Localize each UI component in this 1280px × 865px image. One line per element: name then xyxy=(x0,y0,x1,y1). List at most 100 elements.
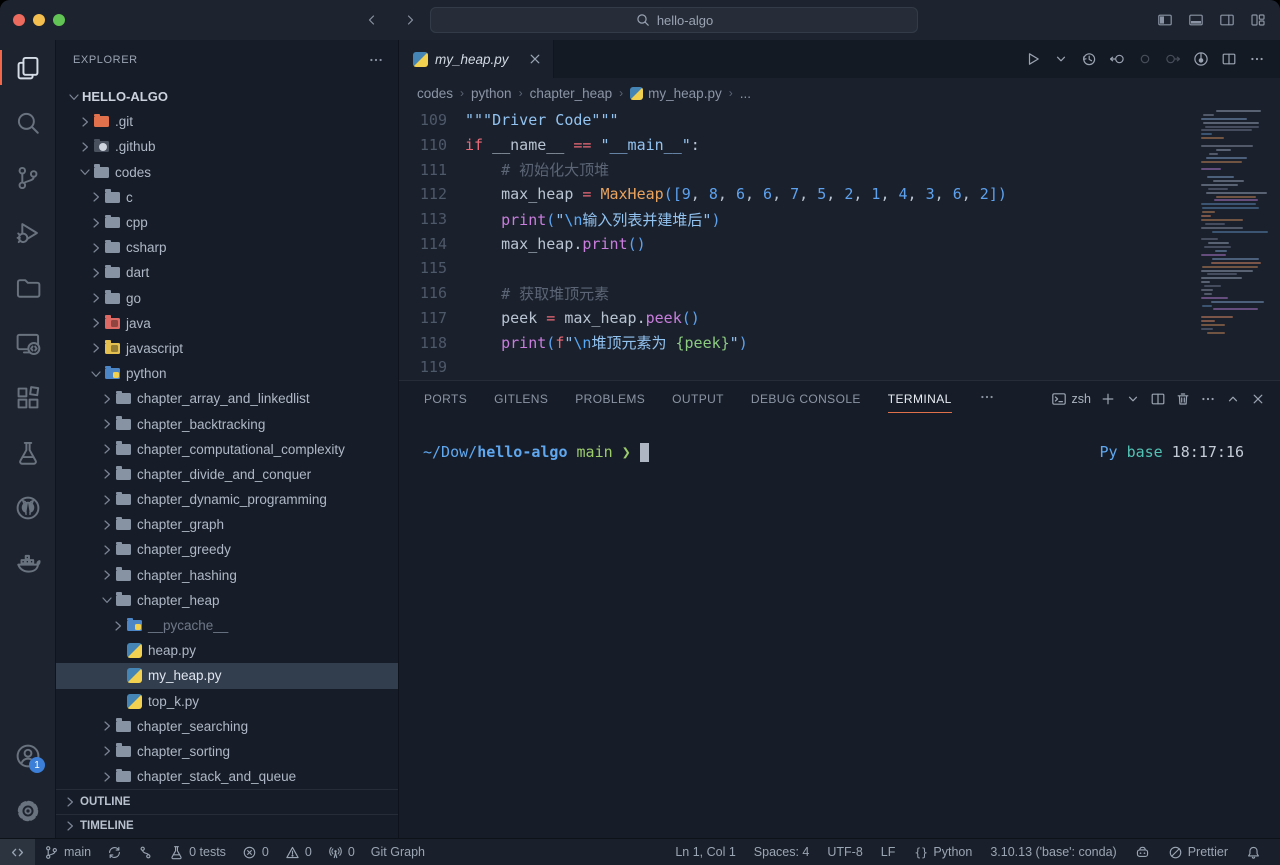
terminal[interactable]: ~/Dow/hello-algo main ❯ Py base 18:17:16 xyxy=(399,417,1280,838)
tree-item-csharp[interactable]: csharp xyxy=(56,235,398,260)
tree-item-chapter-hashing[interactable]: chapter_hashing xyxy=(56,563,398,588)
tree-root-hello-algo[interactable]: HELLO-ALGO xyxy=(56,84,398,109)
tree-item-cpp[interactable]: cpp xyxy=(56,210,398,235)
language-mode[interactable]: {}Python xyxy=(906,839,979,865)
panel-tabs-more-icon[interactable] xyxy=(979,389,995,410)
notifications[interactable] xyxy=(1239,839,1268,865)
explorer-more-actions-icon[interactable] xyxy=(368,52,384,68)
tree-item-my-heap-py[interactable]: my_heap.py xyxy=(56,663,398,688)
sync-status[interactable] xyxy=(100,839,129,865)
ports-forwarded[interactable]: 0 xyxy=(321,839,362,865)
navigate-forward-icon[interactable] xyxy=(398,8,422,32)
timeline-section[interactable]: TIMELINE xyxy=(56,814,398,839)
command-center-search[interactable]: hello-algo xyxy=(430,7,918,33)
tree-item-chapter-dynamic-programming[interactable]: chapter_dynamic_programming xyxy=(56,487,398,512)
panel-tab-output[interactable]: OUTPUT xyxy=(672,392,724,406)
panel-tab-ports[interactable]: PORTS xyxy=(424,392,467,406)
tree-item-heap-py[interactable]: heap.py xyxy=(56,638,398,663)
tree-item-dart[interactable]: dart xyxy=(56,260,398,285)
encoding[interactable]: UTF-8 xyxy=(820,839,869,865)
breadcrumb-item[interactable]: chapter_heap xyxy=(530,86,613,101)
file-history-icon[interactable] xyxy=(1078,48,1100,70)
tree-item-top-k-py[interactable]: top_k.py xyxy=(56,689,398,714)
change-indicator-icon[interactable] xyxy=(1134,48,1156,70)
tree-item-chapter-sorting[interactable]: chapter_sorting xyxy=(56,739,398,764)
tree-item-chapter-backtracking[interactable]: chapter_backtracking xyxy=(56,411,398,436)
tree-item-python[interactable]: python xyxy=(56,361,398,386)
panel-tab-debug-console[interactable]: DEBUG CONSOLE xyxy=(751,392,861,406)
activity-testing-icon[interactable] xyxy=(0,425,55,480)
terminal-more-icon[interactable] xyxy=(1200,391,1216,407)
minimap[interactable] xyxy=(1199,110,1277,345)
errors-count[interactable]: 0 xyxy=(235,839,276,865)
activity-search-icon[interactable] xyxy=(0,95,55,150)
navigate-back-icon[interactable] xyxy=(360,8,384,32)
branch-status[interactable]: main xyxy=(37,839,98,865)
run-python-file-icon[interactable] xyxy=(1022,48,1044,70)
close-panel-icon[interactable] xyxy=(1250,391,1266,407)
split-editor-icon[interactable] xyxy=(1218,48,1240,70)
tree-item-chapter-searching[interactable]: chapter_searching xyxy=(56,714,398,739)
indentation[interactable]: Spaces: 4 xyxy=(747,839,817,865)
activity-explorer-icon[interactable] xyxy=(0,40,55,95)
copilot-status[interactable] xyxy=(1128,839,1157,865)
terminal-shell-icon[interactable] xyxy=(1051,391,1067,407)
panel-tab-terminal[interactable]: TERMINAL xyxy=(888,392,952,406)
activity-settings-icon[interactable] xyxy=(0,783,55,838)
activity-accounts-icon[interactable]: 1 xyxy=(0,728,55,783)
activity-extensions-icon[interactable] xyxy=(0,370,55,425)
gitlens-graph-icon[interactable] xyxy=(1190,48,1212,70)
maximize-panel-icon[interactable] xyxy=(1225,391,1241,407)
tree-item--github[interactable]: .github xyxy=(56,134,398,159)
customize-layout-icon[interactable] xyxy=(1246,8,1270,32)
breadcrumb-item[interactable]: ... xyxy=(740,86,751,101)
tree-item--git[interactable]: .git xyxy=(56,109,398,134)
outline-section[interactable]: OUTLINE xyxy=(56,789,398,814)
close-window-button[interactable] xyxy=(13,14,25,26)
tree-item--pycache-[interactable]: __pycache__ xyxy=(56,613,398,638)
toggle-primary-sidebar-icon[interactable] xyxy=(1153,8,1177,32)
minimize-window-button[interactable] xyxy=(33,14,45,26)
tree-item-chapter-stack-and-queue[interactable]: chapter_stack_and_queue xyxy=(56,764,398,789)
activity-run-debug-icon[interactable] xyxy=(0,205,55,260)
remote-indicator[interactable] xyxy=(0,839,35,865)
tree-item-java[interactable]: java xyxy=(56,311,398,336)
tree-item-chapter-array-and-linkedlist[interactable]: chapter_array_and_linkedlist xyxy=(56,386,398,411)
tree-item-chapter-heap[interactable]: chapter_heap xyxy=(56,588,398,613)
tests-status[interactable]: 0 tests xyxy=(162,839,233,865)
run-dropdown-icon[interactable] xyxy=(1050,48,1072,70)
cursor-position[interactable]: Ln 1, Col 1 xyxy=(668,839,742,865)
gitlens-status[interactable] xyxy=(131,839,160,865)
zoom-window-button[interactable] xyxy=(53,14,65,26)
more-editor-actions-icon[interactable] xyxy=(1246,48,1268,70)
tree-item-javascript[interactable]: javascript xyxy=(56,336,398,361)
previous-change-icon[interactable] xyxy=(1106,48,1128,70)
kill-terminal-icon[interactable] xyxy=(1175,391,1191,407)
tree-item-go[interactable]: go xyxy=(56,286,398,311)
prettier-status[interactable]: Prettier xyxy=(1161,839,1235,865)
breadcrumb-item[interactable]: codes xyxy=(417,86,453,101)
python-interpreter[interactable]: 3.10.13 ('base': conda) xyxy=(983,839,1123,865)
toggle-secondary-sidebar-icon[interactable] xyxy=(1215,8,1239,32)
activity-project-folder-icon[interactable] xyxy=(0,260,55,315)
activity-remote-explorer-icon[interactable] xyxy=(0,315,55,370)
panel-tab-problems[interactable]: PROBLEMS xyxy=(575,392,645,406)
tree-item-c[interactable]: c xyxy=(56,185,398,210)
new-terminal-icon[interactable] xyxy=(1100,391,1116,407)
tree-item-chapter-graph[interactable]: chapter_graph xyxy=(56,512,398,537)
warnings-count[interactable]: 0 xyxy=(278,839,319,865)
breadcrumb-item[interactable]: python xyxy=(471,86,512,101)
split-terminal-icon[interactable] xyxy=(1150,391,1166,407)
panel-tab-gitlens[interactable]: GITLENS xyxy=(494,392,548,406)
eol-sequence[interactable]: LF xyxy=(874,839,903,865)
tree-item-chapter-greedy[interactable]: chapter_greedy xyxy=(56,537,398,562)
breadcrumb-item[interactable]: my_heap.py xyxy=(630,86,722,101)
activity-docker-icon[interactable] xyxy=(0,535,55,590)
toggle-panel-icon[interactable] xyxy=(1184,8,1208,32)
close-tab-icon[interactable] xyxy=(527,51,543,67)
activity-source-control-icon[interactable] xyxy=(0,150,55,205)
terminal-dropdown-icon[interactable] xyxy=(1125,391,1141,407)
activity-github-icon[interactable] xyxy=(0,480,55,535)
code-editor[interactable]: 109"""Driver Code"""110if __name__ == "_… xyxy=(399,108,1280,380)
tree-item-codes[interactable]: codes xyxy=(56,160,398,185)
